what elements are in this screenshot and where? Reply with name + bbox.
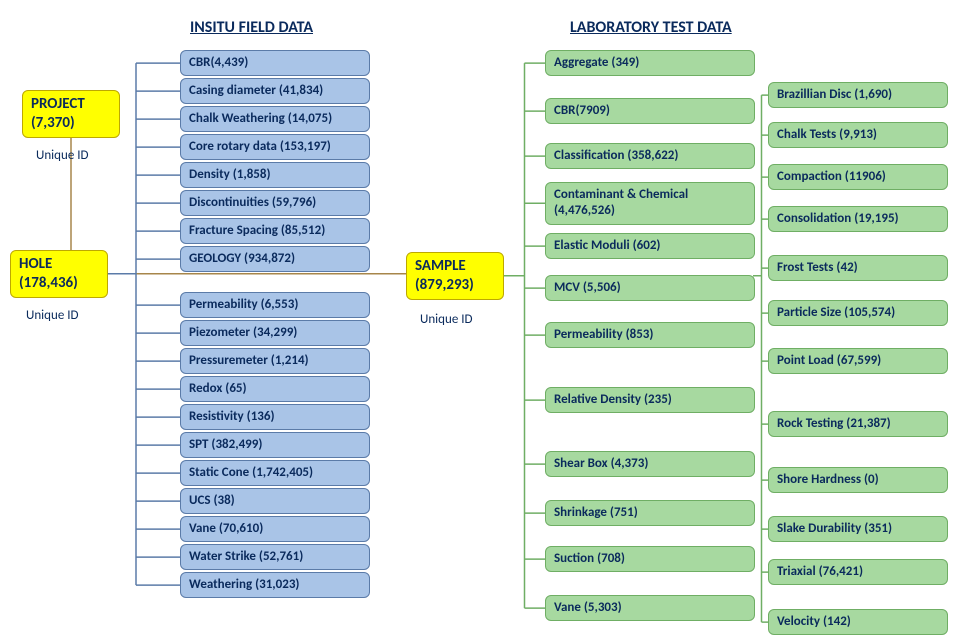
field-item-2: Chalk Weathering (14,075) bbox=[180, 106, 370, 132]
header-lab: LABORATORY TEST DATA bbox=[570, 18, 732, 37]
lab2-item-6: Point Load (67,599) bbox=[768, 348, 948, 374]
node-sample: SAMPLE (879,293) bbox=[406, 252, 504, 300]
field-item-16: Vane (70,610) bbox=[180, 516, 370, 542]
field-item-1: Casing diameter (41,834) bbox=[180, 78, 370, 104]
field-item-13: SPT (382,499) bbox=[180, 432, 370, 458]
field-item-12: Resistivity (136) bbox=[180, 404, 370, 430]
field-item-15: UCS (38) bbox=[180, 488, 370, 514]
lab2-item-2: Compaction (11906) bbox=[768, 164, 948, 190]
field-item-7: GEOLOGY (934,872) bbox=[180, 246, 370, 272]
lab2-item-4: Frost Tests (42) bbox=[768, 255, 948, 281]
lab1-item-7: Relative Density (235) bbox=[545, 387, 755, 413]
lab2-item-9: Slake Durability (351) bbox=[768, 516, 948, 542]
field-item-8: Permeability (6,553) bbox=[180, 292, 370, 318]
lab1-item-11: Vane (5,303) bbox=[545, 595, 755, 621]
lab1-item-0: Aggregate (349) bbox=[545, 50, 755, 76]
lab1-item-10: Suction (708) bbox=[545, 546, 755, 572]
field-item-17: Water Strike (52,761) bbox=[180, 544, 370, 570]
field-item-14: Static Cone (1,742,405) bbox=[180, 460, 370, 486]
node-hole: HOLE (178,436) bbox=[10, 250, 108, 298]
field-item-11: Redox (65) bbox=[180, 376, 370, 402]
field-item-4: Density (1,858) bbox=[180, 162, 370, 188]
field-item-6: Fracture Spacing (85,512) bbox=[180, 218, 370, 244]
lab1-item-1: CBR(7909) bbox=[545, 98, 755, 124]
lab2-item-10: Triaxial (76,421) bbox=[768, 559, 948, 585]
caption-project: Unique ID bbox=[36, 148, 89, 163]
lab1-item-3: Contaminant & Chemical (4,476,526) bbox=[545, 182, 755, 225]
lab1-item-5: MCV (5,506) bbox=[545, 275, 755, 301]
lab2-item-0: Brazillian Disc (1,690) bbox=[768, 82, 948, 108]
lab1-item-8: Shear Box (4,373) bbox=[545, 451, 755, 477]
lab2-item-5: Particle Size (105,574) bbox=[768, 300, 948, 326]
field-item-3: Core rotary data (153,197) bbox=[180, 134, 370, 160]
node-project: PROJECT (7,370) bbox=[22, 90, 120, 138]
lab2-item-8: Shore Hardness (0) bbox=[768, 467, 948, 493]
field-item-10: Pressuremeter (1,214) bbox=[180, 348, 370, 374]
header-field: INSITU FIELD DATA bbox=[190, 18, 313, 37]
lab1-item-6: Permeability (853) bbox=[545, 322, 755, 348]
field-item-9: Piezometer (34,299) bbox=[180, 320, 370, 346]
caption-hole: Unique ID bbox=[26, 308, 79, 323]
field-item-0: CBR(4,439) bbox=[180, 50, 370, 76]
lab1-item-4: Elastic Moduli (602) bbox=[545, 233, 755, 259]
lab2-item-1: Chalk Tests (9,913) bbox=[768, 122, 948, 148]
lab2-item-11: Velocity (142) bbox=[768, 609, 948, 635]
lab2-item-3: Consolidation (19,195) bbox=[768, 206, 948, 232]
field-item-5: Discontinuities (59,796) bbox=[180, 190, 370, 216]
lab1-item-2: Classification (358,622) bbox=[545, 143, 755, 169]
field-item-18: Weathering (31,023) bbox=[180, 572, 370, 598]
lab2-item-7: Rock Testing (21,387) bbox=[768, 411, 948, 437]
caption-sample: Unique ID bbox=[420, 312, 473, 327]
lab1-item-9: Shrinkage (751) bbox=[545, 500, 755, 526]
diagram-stage: INSITU FIELD DATA LABORATORY TEST DATA P… bbox=[0, 0, 960, 642]
